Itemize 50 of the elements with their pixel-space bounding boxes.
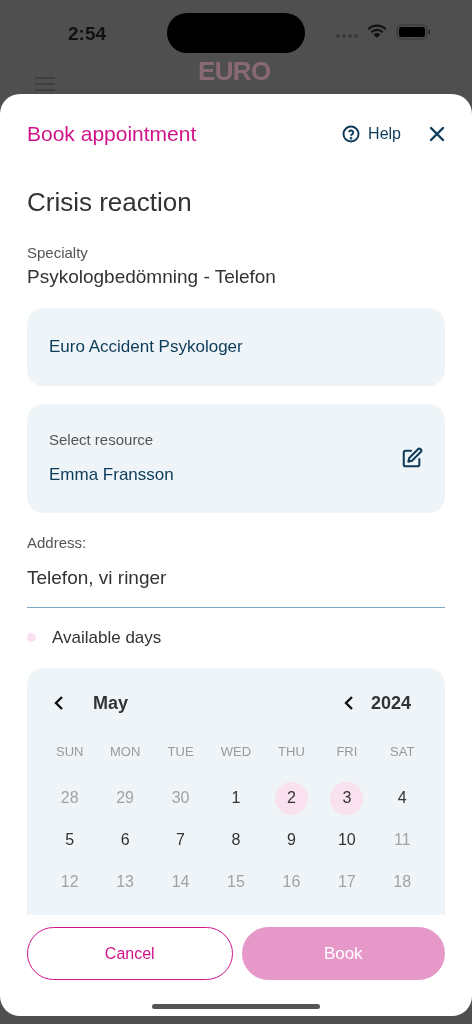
calendar-day: 14 bbox=[164, 865, 198, 899]
calendar-day: 16 bbox=[274, 865, 308, 899]
calendar-day: 30 bbox=[164, 781, 198, 815]
calendar-day[interactable]: 10 bbox=[330, 823, 364, 857]
battery-icon bbox=[396, 24, 431, 40]
calendar-day[interactable]: 4 bbox=[385, 781, 419, 815]
calendar-day[interactable]: 7 bbox=[164, 823, 198, 857]
calendar-day: 13 bbox=[108, 865, 142, 899]
specialty-label: Specialty bbox=[27, 243, 89, 263]
provider-card[interactable]: Euro Accident Psykologer bbox=[27, 307, 445, 386]
calendar-day: 12 bbox=[53, 865, 87, 899]
resource-label: Select resource bbox=[49, 430, 155, 450]
help-icon bbox=[342, 125, 361, 143]
weekday-label: THU bbox=[277, 743, 306, 761]
month-label: May bbox=[93, 691, 128, 715]
calendar-day[interactable]: 9 bbox=[274, 823, 308, 857]
sheet-title: Book appointment bbox=[27, 121, 198, 148]
close-button[interactable] bbox=[429, 126, 445, 142]
weekday-label: TUE bbox=[166, 743, 195, 761]
resource-value: Emma Fransson bbox=[49, 463, 175, 486]
calendar-day: 29 bbox=[108, 781, 142, 815]
weekday-label: SAT bbox=[389, 743, 416, 761]
provider-name: Euro Accident Psykologer bbox=[49, 335, 243, 358]
calendar-day: 17 bbox=[330, 865, 364, 899]
weekday-label: SUN bbox=[55, 743, 85, 761]
calendar-day: 11 bbox=[385, 823, 419, 857]
address-value: Telefon, vi ringer bbox=[27, 566, 168, 590]
resource-card[interactable]: Select resource Emma Fransson bbox=[27, 403, 445, 513]
calendar-day[interactable]: 5 bbox=[53, 823, 87, 857]
calendar-day: 28 bbox=[53, 781, 87, 815]
address-label: Address: bbox=[27, 532, 88, 553]
weekday-label: FRI bbox=[335, 743, 359, 761]
year-label: 2024 bbox=[370, 691, 411, 715]
weekday-label: MON bbox=[108, 743, 142, 761]
calendar-day: 15 bbox=[219, 865, 253, 899]
calendar-day[interactable]: 6 bbox=[108, 823, 142, 857]
calendar-day: 18 bbox=[385, 865, 419, 899]
legend-label: Available days bbox=[52, 626, 162, 649]
calendar-day[interactable]: 8 bbox=[219, 823, 253, 857]
specialty-value: Psykologbedömning - Telefon bbox=[27, 264, 277, 289]
calendar-day[interactable]: 1 bbox=[219, 781, 253, 815]
wifi-icon bbox=[367, 24, 387, 39]
calendar-day[interactable]: 3 bbox=[330, 781, 364, 815]
calendar-day[interactable]: 2 bbox=[274, 781, 308, 815]
page-heading: Crisis reaction bbox=[27, 186, 193, 218]
weekday-label: WED bbox=[219, 743, 253, 761]
edit-icon[interactable] bbox=[401, 447, 423, 469]
status-time: 2:54 bbox=[68, 22, 107, 46]
logo: EURO bbox=[198, 58, 271, 84]
help-button[interactable]: Help bbox=[342, 122, 401, 146]
